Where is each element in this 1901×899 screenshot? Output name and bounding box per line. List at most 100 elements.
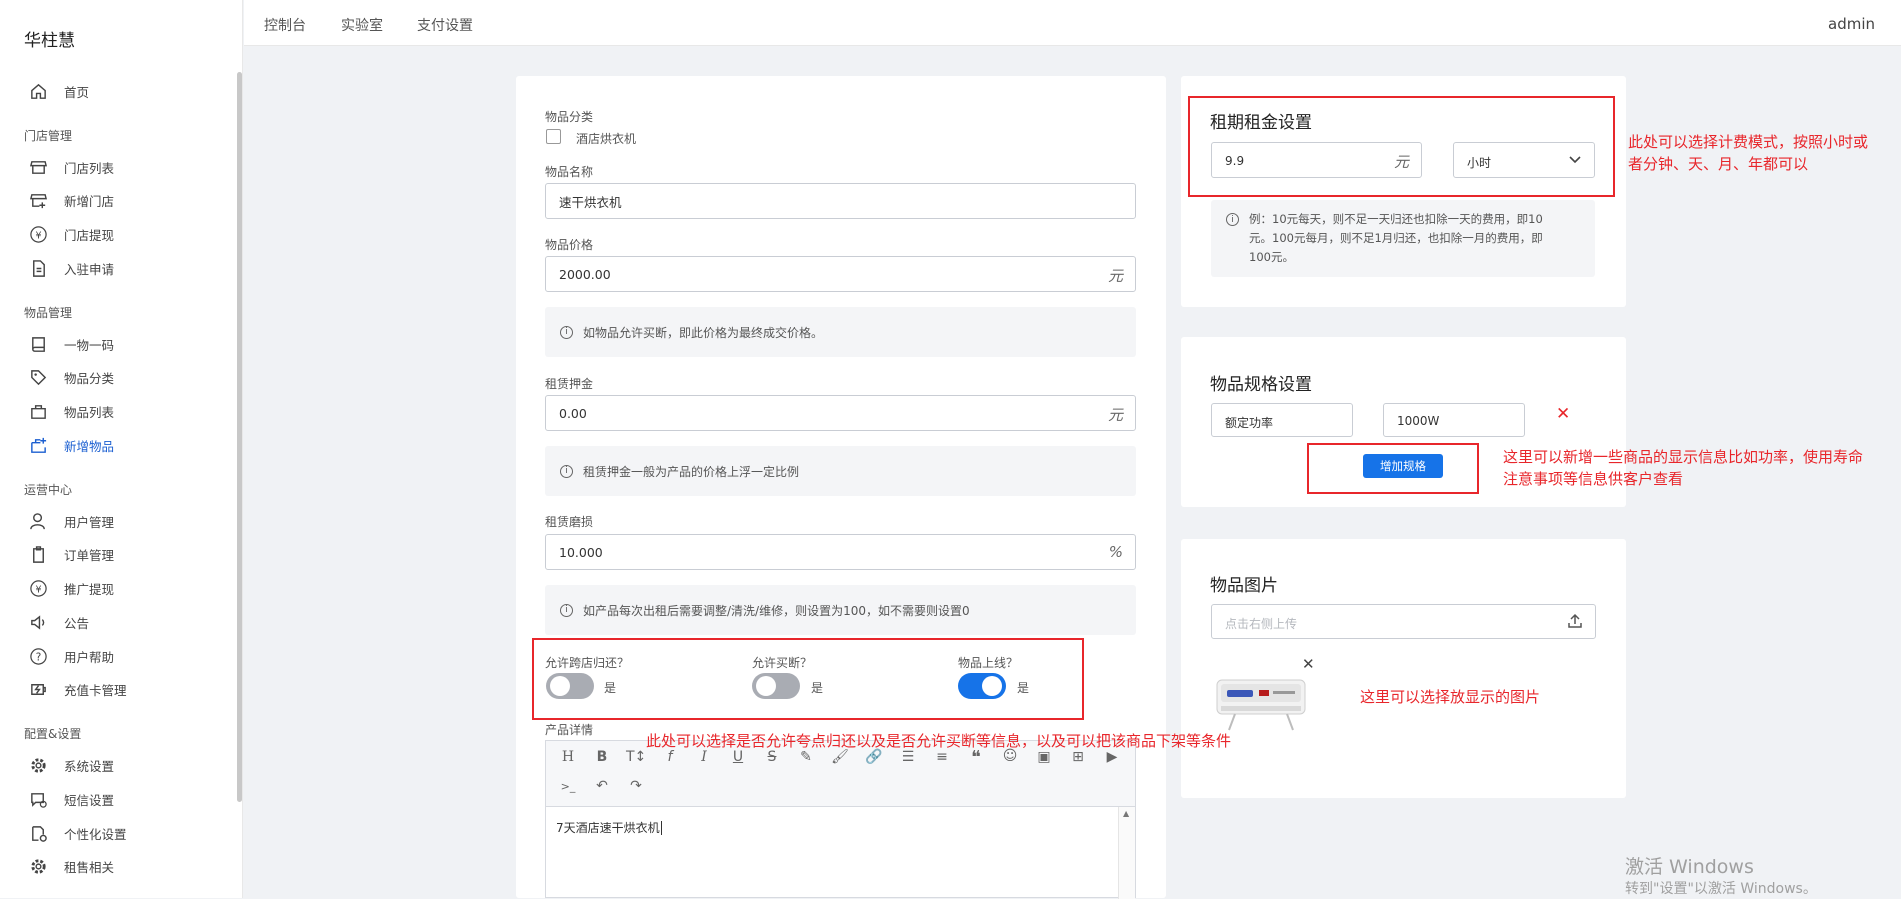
rent-tip-line: 元。100元每月，则不足1月归还，也扣除一月的费用，即 xyxy=(1249,231,1543,245)
remove-image-icon[interactable]: ✕ xyxy=(1302,655,1315,673)
editor-body[interactable]: 7天酒店速干烘衣机 ▲ xyxy=(545,806,1136,899)
deposit-unit: 元 xyxy=(1107,406,1123,424)
sidebar-item-sms[interactable]: 短信设置 xyxy=(28,786,114,812)
category-option-label: 酒店烘衣机 xyxy=(576,132,637,146)
annotation-spec-note: 这里可以新增一些商品的显示信息比如功率，使用寿命 注意事项等信息供客户查看 xyxy=(1503,446,1863,490)
wear-tip-text: 如产品每次出租后需要调整/清洗/维修，则设置为100，如不需要则设置0 xyxy=(583,603,970,618)
sidebar-item-label: 推广提现 xyxy=(64,581,115,597)
online-label: 物品上线？ xyxy=(958,656,1019,670)
toggle-knob xyxy=(982,676,1002,696)
sidebar-item-label: 短信设置 xyxy=(64,792,115,808)
sidebar-item-add-store[interactable]: 新增门店 xyxy=(28,187,114,213)
nav-lab[interactable]: 实验室 xyxy=(341,15,383,35)
sidebar-item-custom[interactable]: 个性化设置 xyxy=(28,820,127,846)
deposit-label: 租赁押金 xyxy=(545,377,594,391)
spec-value-input[interactable]: 1000W xyxy=(1383,403,1525,437)
sidebar-item-store-withdraw[interactable]: ¥ 门店提现 xyxy=(28,221,114,247)
sidebar-item-help[interactable]: ? 用户帮助 xyxy=(28,643,114,669)
text-size-icon[interactable]: T↕ xyxy=(626,749,646,765)
sidebar-item-add-item[interactable]: 新增物品 xyxy=(28,432,114,458)
heading-icon[interactable]: H xyxy=(558,749,578,765)
svg-text:¥: ¥ xyxy=(35,584,41,595)
group-item: 物品管理 xyxy=(24,306,73,320)
sidebar-item-label: 新增门店 xyxy=(64,193,115,209)
group-config: 配置&设置 xyxy=(24,727,82,741)
nav-console[interactable]: 控制台 xyxy=(264,15,306,35)
book-icon xyxy=(28,334,48,354)
editor-scrollbar[interactable]: ▲ xyxy=(1118,807,1135,899)
spec-key-value: 额定功率 xyxy=(1225,416,1274,430)
sidebar-scrollbar[interactable] xyxy=(237,72,242,802)
svg-text:¥: ¥ xyxy=(35,230,41,241)
annotation-line: 注意事项等信息供客户查看 xyxy=(1503,470,1684,488)
bag-add-icon xyxy=(28,435,48,455)
group-store: 门店管理 xyxy=(24,129,73,143)
cross-return-label: 允许跨店归还？ xyxy=(545,656,630,670)
annotation-rent-note: 此处可以选择计费模式，按照小时或 者分钟、天、月、年都可以 xyxy=(1628,131,1868,175)
spec-title: 物品规格设置 xyxy=(1210,375,1312,395)
sidebar-item-notice[interactable]: 公告 xyxy=(28,609,89,635)
sidebar-item-label: 充值卡管理 xyxy=(64,682,127,698)
sidebar-item-promo[interactable]: ¥ 推广提现 xyxy=(28,575,114,601)
rent-unit: 元 xyxy=(1393,153,1409,171)
buyout-toggle[interactable] xyxy=(752,673,800,699)
rent-value-input[interactable]: 9.9 元 xyxy=(1211,142,1422,178)
product-thumbnail[interactable] xyxy=(1213,668,1313,736)
deposit-input[interactable]: 0.00 元 xyxy=(545,395,1136,431)
name-input[interactable]: 速干烘衣机 xyxy=(545,183,1136,219)
wear-value: 10.000 xyxy=(559,544,603,560)
price-input[interactable]: 2000.00 元 xyxy=(545,256,1136,292)
nav-payment[interactable]: 支付设置 xyxy=(417,15,473,35)
sidebar-item-sys[interactable]: 系统设置 xyxy=(28,752,114,778)
code-icon[interactable]: >_ xyxy=(558,780,578,793)
spec-key-input[interactable]: 额定功率 xyxy=(1211,403,1353,437)
sidebar-item-store-list[interactable]: 门店列表 xyxy=(28,154,114,180)
toggle-knob xyxy=(756,676,776,696)
scroll-up-icon[interactable]: ▲ xyxy=(1123,809,1129,818)
app-title: 华柱慧 xyxy=(24,31,75,51)
sidebar-item-users[interactable]: 用户管理 xyxy=(28,508,114,534)
sidebar-item-item-list[interactable]: 物品列表 xyxy=(28,398,114,424)
windows-watermark-title: 激活 Windows xyxy=(1625,856,1754,878)
sidebar-item-one-code[interactable]: 一物一码 xyxy=(28,331,114,357)
bold-icon[interactable]: B xyxy=(592,749,612,765)
annotation-line: 此处可以选择计费模式，按照小时或 xyxy=(1628,133,1869,151)
cross-return-yes: 是 xyxy=(604,681,617,695)
rent-tip-line: 100元。 xyxy=(1249,250,1294,264)
wear-tip: i 如产品每次出租后需要调整/清洗/维修，则设置为100，如不需要则设置0 xyxy=(545,585,1136,635)
sidebar-item-label: 用户帮助 xyxy=(64,649,115,665)
sidebar-item-apply[interactable]: 入驻申请 xyxy=(28,255,114,281)
price-tip-text: 如物品允许买断，即此价格为最终成交价格。 xyxy=(583,325,824,340)
group-ops: 运营中心 xyxy=(24,483,73,497)
sidebar-item-recharge[interactable]: 充值卡管理 xyxy=(28,676,127,702)
sidebar-item-label: 首页 xyxy=(64,84,90,100)
upload-icon[interactable] xyxy=(1567,613,1583,629)
delete-spec-icon[interactable]: ✕ xyxy=(1556,404,1570,424)
annotation-line: 者分钟、天、月、年都可以 xyxy=(1628,155,1809,173)
cross-return-toggle[interactable] xyxy=(546,673,594,699)
wear-input[interactable]: 10.000% xyxy=(545,534,1136,570)
sidebar-item-category[interactable]: 物品分类 xyxy=(28,364,114,390)
category-checkbox[interactable] xyxy=(546,129,561,144)
user-menu[interactable]: admin xyxy=(1828,15,1875,33)
sidebar-item-label: 新增物品 xyxy=(64,438,115,454)
chevron-down-icon xyxy=(1569,156,1581,164)
buyout-yes: 是 xyxy=(811,681,824,695)
sidebar-item-home[interactable]: 首页 xyxy=(28,78,89,104)
sidebar-item-rent[interactable]: 租售相关 xyxy=(28,853,114,879)
question-icon: ? xyxy=(28,646,48,666)
rent-tip-text: 例：10元每天，则不足一天归还也扣除一天的费用，即10 元。100元每月，则不足… xyxy=(1249,210,1543,267)
sidebar-item-label: 物品列表 xyxy=(64,404,115,420)
annotation-line: 这里可以新增一些商品的显示信息比如功率，使用寿命 xyxy=(1503,448,1864,466)
annotation-image-note: 这里可以选择放显示的图片 xyxy=(1360,688,1541,706)
top-bar: 控制台 实验室 支付设置 admin xyxy=(244,0,1901,46)
image-upload-input[interactable]: 点击右侧上传 xyxy=(1211,604,1596,639)
rent-period-select[interactable]: 小时 xyxy=(1453,142,1595,178)
rent-title: 租期租金设置 xyxy=(1210,113,1312,133)
online-toggle[interactable] xyxy=(958,673,1006,699)
add-spec-button[interactable]: 增加规格 xyxy=(1363,454,1443,478)
undo-icon[interactable]: ↶ xyxy=(592,778,612,794)
sidebar-item-orders[interactable]: 订单管理 xyxy=(28,541,114,567)
redo-icon[interactable]: ↷ xyxy=(626,778,646,794)
online-yes: 是 xyxy=(1017,681,1030,695)
